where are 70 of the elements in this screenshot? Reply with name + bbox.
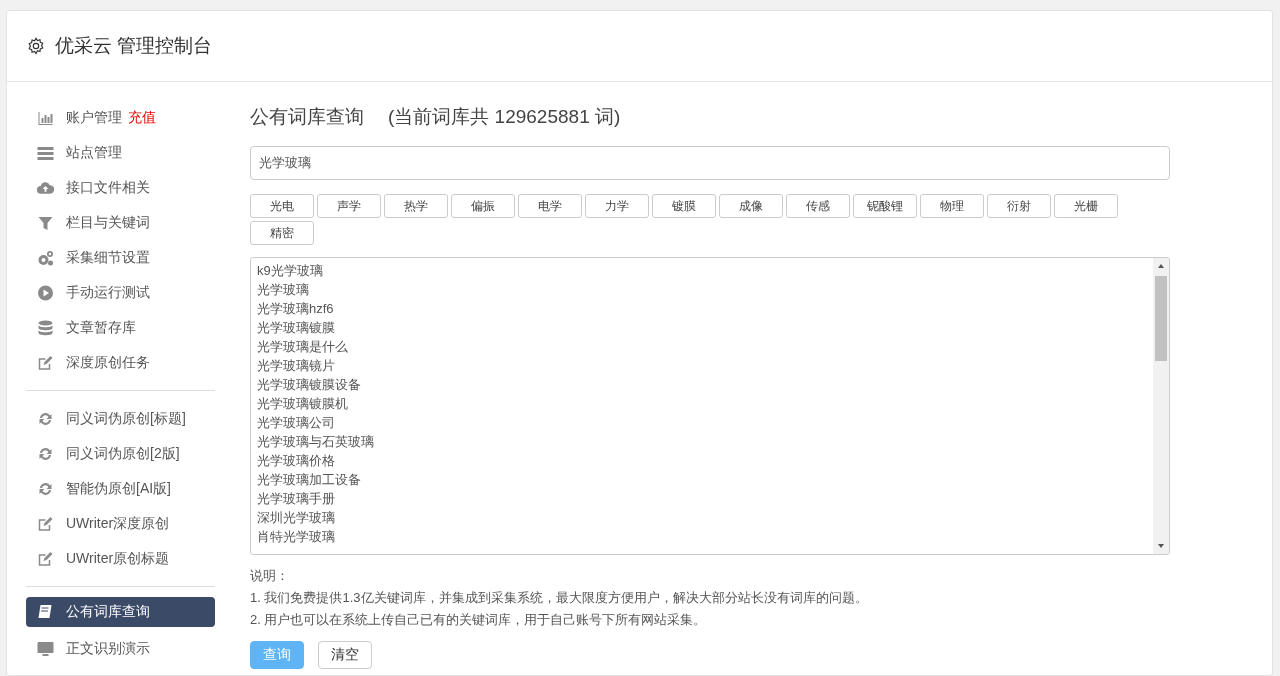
sidebar-item[interactable]: 手动运行测试 (26, 275, 215, 310)
result-item: 光学玻璃hzf6 (257, 300, 335, 318)
result-item: 肖特光学玻璃 (257, 528, 336, 546)
refresh-icon (37, 445, 54, 462)
note-text: 1. 我们免费提供1.3亿关键词库，并集成到采集系统，最大限度方便用户，解决大部分站长没有词库的问题。 (250, 589, 869, 607)
sidebar-item[interactable]: 采集细节设置 (26, 240, 215, 275)
recharge-link[interactable]: 充值 (128, 108, 156, 127)
settings-icon (27, 37, 45, 55)
note-text: 2. 用户也可以在系统上传自己已有的关键词库，用于自己账号下所有网站采集。 (250, 611, 708, 629)
tag-button[interactable]: 力学 (585, 194, 649, 218)
gears-icon (37, 249, 54, 266)
tag-button[interactable]: 光电 (250, 194, 314, 218)
result-item: 光学玻璃 (257, 281, 310, 299)
result-item: 光学玻璃镀膜机 (257, 395, 349, 413)
result-item: 光学玻璃镀膜设备 (257, 376, 362, 394)
filter-icon (37, 214, 54, 231)
cloud-upload-icon (37, 179, 54, 196)
tag-button[interactable]: 传感 (786, 194, 850, 218)
result-item: k9光学玻璃 (257, 262, 324, 280)
result-item: 光学玻璃是什么 (257, 338, 349, 356)
database-icon (37, 319, 54, 336)
result-item: 光学玻璃手册 (257, 490, 336, 508)
tag-button[interactable]: 电学 (518, 194, 582, 218)
result-list[interactable]: k9光学玻璃 光学玻璃 光学玻璃hzf6 光学玻璃镀膜 光学玻璃是什么 光学玻璃镜片 光学玻璃镀膜设备 光学玻璃镀膜机 光学玻璃公司 光学玻璃与石英玻璃 光学玻璃价格 光学玻璃加工设备 光学玻璃手册 深圳光学玻璃 肖特光学玻璃 (250, 257, 1170, 555)
result-item: 光学玻璃与石英玻璃 (257, 433, 375, 451)
tag-button[interactable]: 衍射 (987, 194, 1051, 218)
sidebar-item[interactable]: 智能伪原创[AI版] (26, 471, 215, 506)
tag-button[interactable]: 精密 (250, 221, 314, 245)
refresh-icon (37, 410, 54, 427)
sidebar-item[interactable]: 公有词库查询 (26, 597, 215, 627)
sidebar-item[interactable]: 接口文件相关 (26, 170, 215, 205)
sidebar-item[interactable]: UWriter原创标题 (26, 541, 215, 576)
word-count-text: (当前词库共 129625881 词) (388, 105, 621, 129)
refresh-icon (37, 480, 54, 497)
section-title: 公有词库查询 (250, 105, 364, 129)
server-icon (37, 144, 54, 161)
notes-title: 说明： (250, 567, 290, 585)
sidebar-item[interactable]: 账户管理 充值 (26, 100, 215, 135)
search-field[interactable]: 光学玻璃 (250, 146, 1170, 180)
sidebar-item[interactable]: 栏目与关键词 (26, 205, 215, 240)
edit-icon (37, 550, 54, 567)
tag-button[interactable]: 成像 (719, 194, 783, 218)
edit-icon (37, 354, 54, 371)
play-icon (37, 284, 54, 301)
bar-chart-icon (37, 109, 54, 126)
sidebar-item[interactable]: 站点管理 (26, 135, 215, 170)
result-item: 光学玻璃公司 (257, 414, 336, 432)
sidebar-item[interactable]: 深度原创任务 (26, 345, 215, 380)
sidebar-item[interactable]: UWriter深度原创 (26, 506, 215, 541)
page-title: 优采云 管理控制台 (55, 34, 213, 58)
sidebar-item[interactable]: 文章暂存库 (26, 310, 215, 345)
tag-button[interactable]: 热学 (384, 194, 448, 218)
result-item: 光学玻璃镀膜 (257, 319, 336, 337)
tag-button[interactable]: 声学 (317, 194, 381, 218)
clear-button[interactable]: 清空 (318, 641, 372, 669)
sidebar-item[interactable]: 同义词伪原创[2版] (26, 436, 215, 471)
tag-button[interactable]: 偏振 (451, 194, 515, 218)
sidebar-item[interactable]: 同义词伪原创[标题] (26, 401, 215, 436)
monitor-icon (37, 640, 54, 657)
tag-button[interactable]: 铌酸锂 (853, 194, 917, 218)
result-item: 光学玻璃镜片 (257, 357, 336, 375)
result-item: 光学玻璃加工设备 (257, 471, 362, 489)
tag-button[interactable]: 镀膜 (652, 194, 716, 218)
result-item: 光学玻璃价格 (257, 452, 336, 470)
tag-button[interactable]: 物理 (920, 194, 984, 218)
book-icon (37, 604, 54, 620)
sidebar-item[interactable]: 正文识别演示 (26, 631, 215, 666)
edit-icon (37, 515, 54, 532)
tag-button[interactable]: 光栅 (1054, 194, 1118, 218)
result-item: 深圳光学玻璃 (257, 509, 336, 527)
